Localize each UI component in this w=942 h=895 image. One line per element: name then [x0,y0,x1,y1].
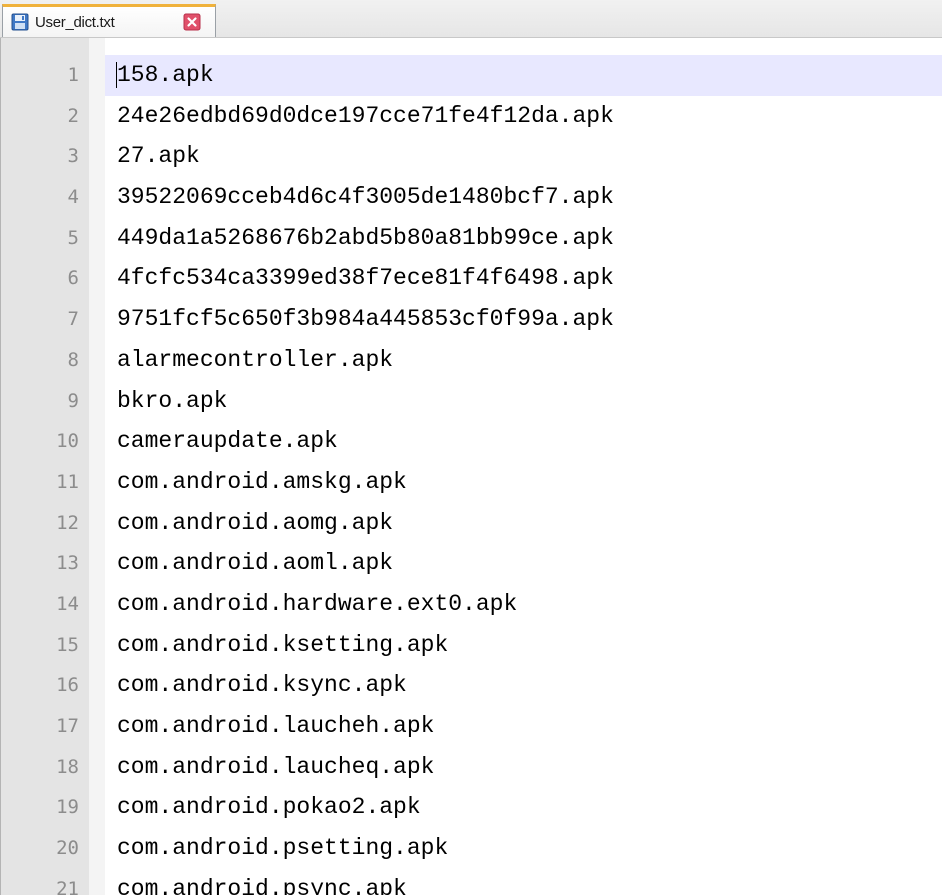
line-text[interactable]: 27.apk [117,136,200,177]
line-text[interactable]: com.android.amskg.apk [117,462,407,503]
line-text[interactable]: com.android.laucheh.apk [117,706,434,747]
editor-line[interactable]: 9 bkro.apk [1,381,942,422]
close-icon[interactable] [183,13,201,31]
editor-line[interactable]: 18 com.android.laucheq.apk [1,747,942,788]
tab-bar: User_dict.txt [0,0,942,38]
line-text[interactable]: alarmecontroller.apk [117,340,393,381]
line-number: 9 [67,389,79,412]
tab-user-dict[interactable]: User_dict.txt [2,4,216,37]
line-number: 8 [67,348,79,371]
line-number: 6 [67,267,79,290]
editor-line[interactable]: 1 158.apk [1,55,942,96]
line-text[interactable]: com.android.pokao2.apk [117,787,421,828]
line-text[interactable]: 4fcfc534ca3399ed38f7ece81f4f6498.apk [117,258,614,299]
line-text[interactable]: 39522069cceb4d6c4f3005de1480bcf7.apk [117,177,614,218]
editor-line[interactable]: 20 com.android.psetting.apk [1,828,942,869]
editor-line[interactable]: 10 cameraupdate.apk [1,421,942,462]
line-text[interactable]: cameraupdate.apk [117,421,338,462]
editor-lines: 1 158.apk 2 24e26edbd69d0dce197cce71fe4f12d… [1,55,942,895]
line-number: 5 [67,226,79,249]
editor-line[interactable]: 3 27.apk [1,136,942,177]
line-number: 15 [56,633,79,656]
line-number: 20 [56,837,79,860]
editor-line[interactable]: 7 9751fcf5c650f3b984a445853cf0f99a.apk [1,299,942,340]
editor-line[interactable]: 17 com.android.laucheh.apk [1,706,942,747]
current-line-highlight [105,55,942,96]
editor-window: User_dict.txt 1 158.apk 2 24e26edbd69d0dce1… [0,0,942,895]
editor-line[interactable]: 6 4fcfc534ca3399ed38f7ece81f4f6498.apk [1,258,942,299]
line-number: 16 [56,674,79,697]
line-text[interactable]: bkro.apk [117,381,227,422]
line-text[interactable]: com.android.hardware.ext0.apk [117,584,517,625]
line-number: 14 [56,592,79,615]
tab-label: User_dict.txt [35,13,115,31]
editor-line[interactable]: 4 39522069cceb4d6c4f3005de1480bcf7.apk [1,177,942,218]
line-number: 11 [56,470,79,493]
line-number: 17 [56,715,79,737]
line-text[interactable]: com.android.ksync.apk [117,665,407,706]
line-number: 13 [56,552,79,575]
line-number: 7 [67,308,79,331]
editor-line[interactable]: 16 com.android.ksync.apk [1,665,942,706]
editor-line[interactable]: 15 com.android.ksetting.apk [1,625,942,666]
line-text[interactable]: com.android.aomg.apk [117,503,393,544]
line-number: 18 [56,755,79,778]
line-number: 21 [56,877,79,895]
line-number: 19 [56,796,79,819]
editor-line[interactable]: 12 com.android.aomg.apk [1,503,942,544]
line-text[interactable]: com.android.aoml.apk [117,543,393,584]
line-number: 10 [56,430,79,453]
editor-line[interactable]: 8 alarmecontroller.apk [1,340,942,381]
editor-line[interactable]: 5 449da1a5268676b2abd5b80a81bb99ce.apk [1,218,942,259]
text-caret [116,62,117,88]
save-icon [11,13,29,31]
line-number: 4 [67,186,79,209]
text-editor[interactable]: 1 158.apk 2 24e26edbd69d0dce197cce71fe4f12d… [0,38,942,895]
editor-line[interactable]: 13 com.android.aoml.apk [1,543,942,584]
editor-line[interactable]: 19 com.android.pokao2.apk [1,787,942,828]
editor-line[interactable]: 21 com.android.psync.apk [1,869,942,895]
line-number: 2 [67,104,79,127]
line-text[interactable]: 24e26edbd69d0dce197cce71fe4f12da.apk [117,96,614,137]
line-text[interactable]: 449da1a5268676b2abd5b80a81bb99ce.apk [117,218,614,259]
line-number: 3 [67,145,79,168]
editor-line[interactable]: 2 24e26edbd69d0dce197cce71fe4f12da.apk [1,96,942,137]
line-text[interactable]: 158.apk [117,55,214,96]
line-text[interactable]: com.android.psync.apk [117,869,407,895]
line-text[interactable]: 9751fcf5c650f3b984a445853cf0f99a.apk [117,299,614,340]
editor-line[interactable]: 14 com.android.hardware.ext0.apk [1,584,942,625]
line-text[interactable]: com.android.laucheq.apk [117,747,434,788]
line-number: 1 [67,64,79,86]
line-text[interactable]: com.android.psetting.apk [117,828,448,869]
editor-line[interactable]: 11 com.android.amskg.apk [1,462,942,503]
line-text[interactable]: com.android.ksetting.apk [117,625,448,666]
line-number: 12 [56,511,79,534]
